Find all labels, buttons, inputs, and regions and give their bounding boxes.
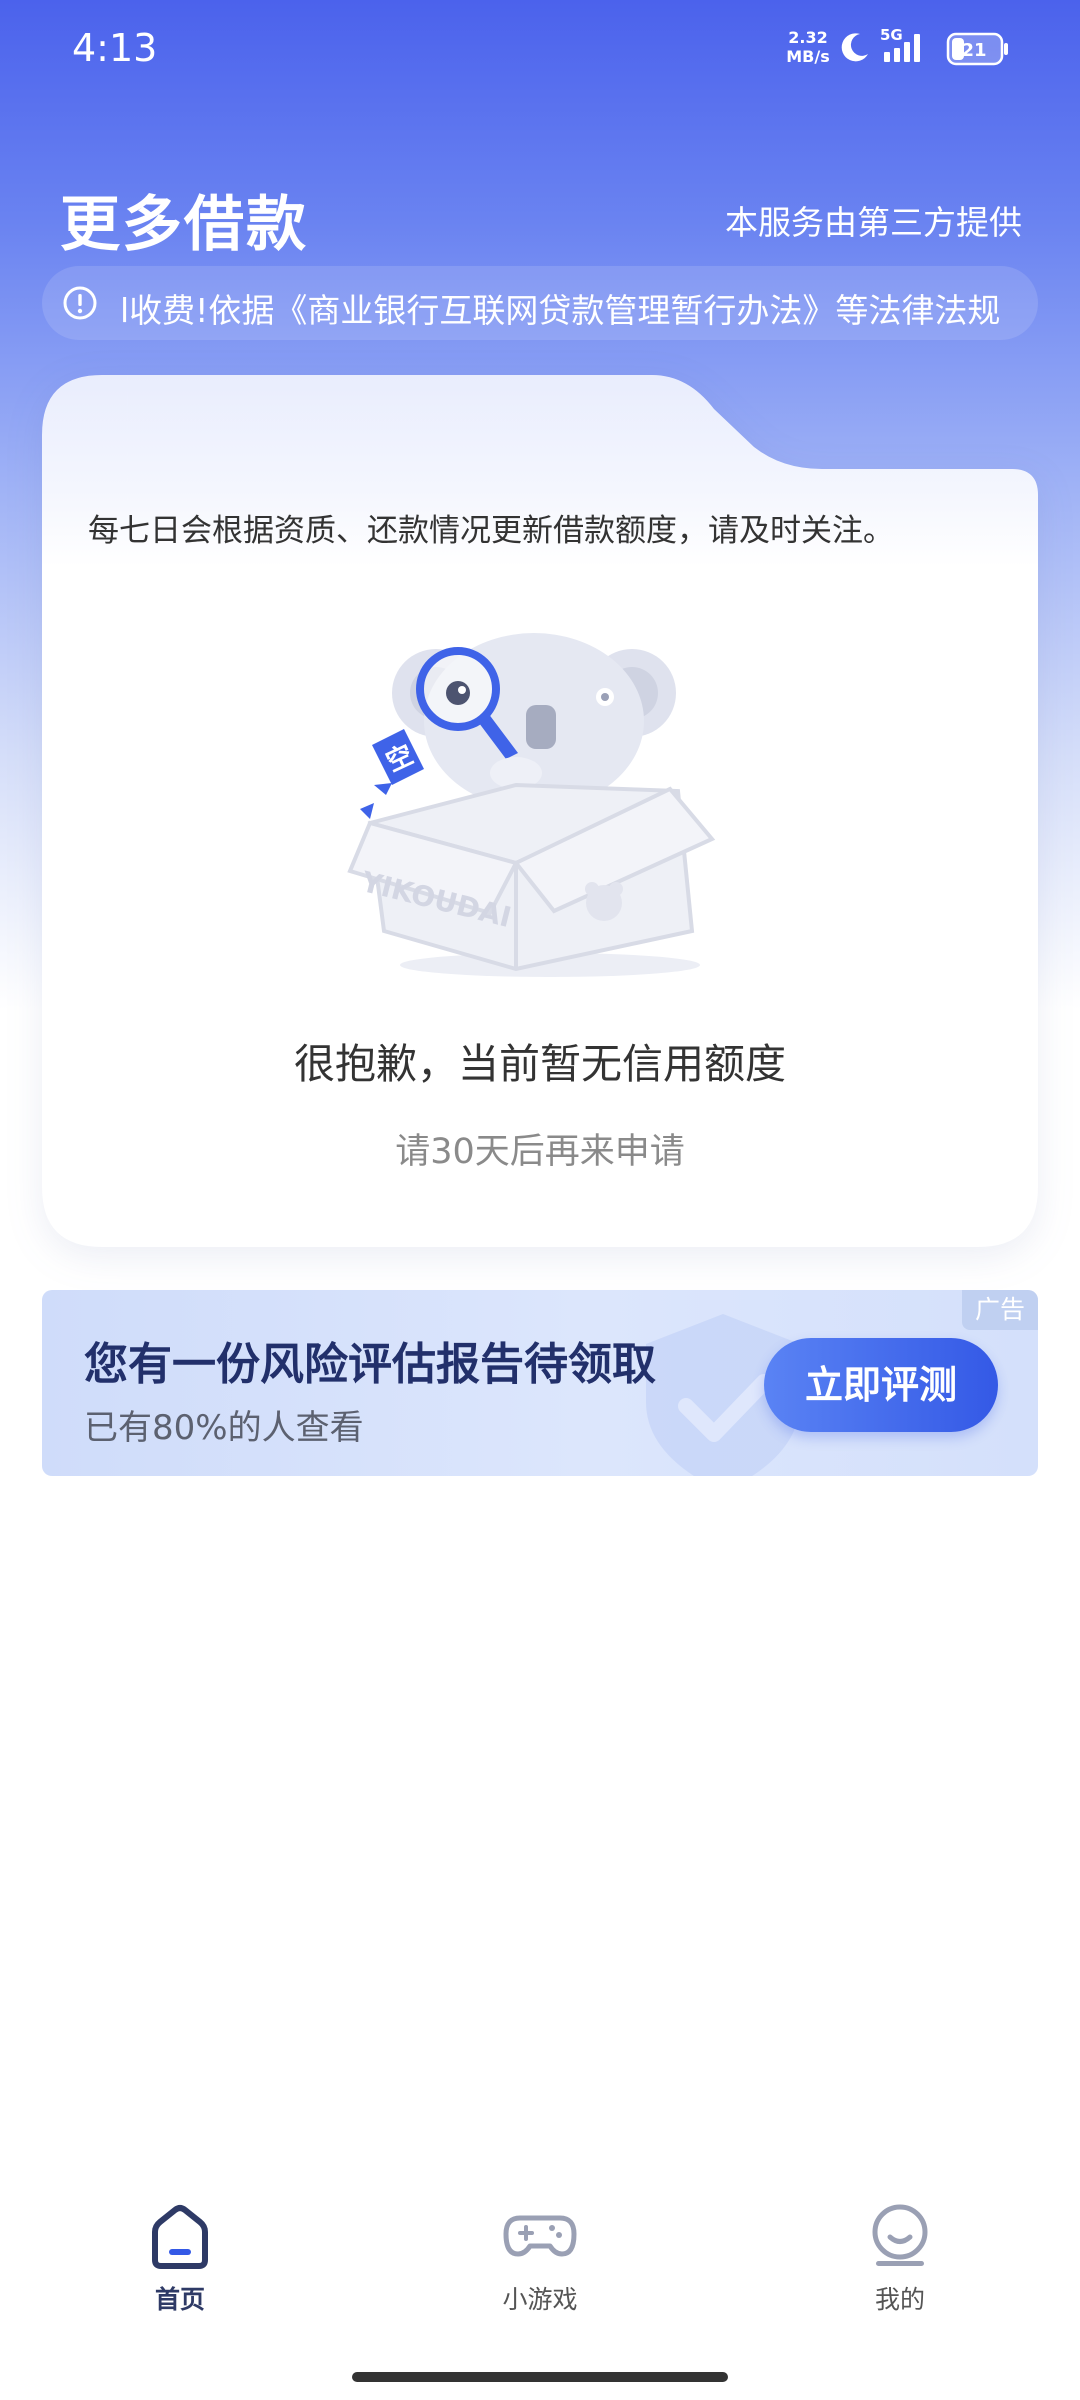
network-speed-unit: MB/s — [786, 47, 830, 66]
nav-label-home: 首页 — [154, 2285, 205, 2314]
status-time: 4:13 — [72, 26, 158, 70]
ad-title: 您有一份风险评估报告待领取 — [84, 1339, 656, 1390]
battery-level: 21 — [961, 40, 986, 61]
nav-label-games: 小游戏 — [502, 2285, 578, 2314]
network-type-label: 5G — [880, 26, 903, 44]
nav-item-home[interactable]: 首页 — [90, 2204, 270, 2316]
signal-5g-icon: 5G — [880, 26, 920, 62]
empty-state-subtitle: 请30天后再来申请 — [395, 1132, 685, 1172]
notice-text: l收费!依据《商业银行互联网贷款管理暂行办法》等法律法规 — [120, 291, 1001, 330]
nav-item-mine[interactable]: 我的 — [810, 2204, 990, 2316]
bottom-navigation: 首页 小游戏 我的 — [0, 2180, 1080, 2340]
risk-report-ad-banner[interactable]: 广告 您有一份风险评估报告待领取 已有80%的人查看 立即评测 — [42, 1290, 1038, 1476]
nav-item-games[interactable]: 小游戏 — [450, 2204, 630, 2316]
empty-state-koala-illustration: 空 YIKOUDAI — [347, 633, 716, 977]
credit-limit-card: 每七日会根据资质、还款情况更新借款额度，请及时关注。 空 YIKOUDAI 很抱… — [42, 375, 1038, 1247]
nav-label-mine: 我的 — [874, 2285, 925, 2314]
page-title: 更多借款 — [60, 190, 308, 260]
notice-marquee[interactable]: l收费!依据《商业银行互联网贷款管理暂行办法》等法律法规 — [42, 266, 1038, 340]
network-speed-value: 2.32 — [788, 28, 828, 47]
third-party-provider-note: 本服务由第三方提供 — [725, 203, 1022, 242]
do-not-disturb-moon-icon — [841, 33, 868, 62]
credit-refresh-note: 每七日会根据资质、还款情况更新借款额度，请及时关注。 — [88, 513, 894, 549]
info-alert-icon — [63, 286, 97, 320]
gamepad-icon — [503, 2215, 577, 2257]
network-speed: 2.32 MB/s — [786, 28, 830, 66]
evaluate-now-button[interactable]: 立即评测 — [764, 1338, 998, 1432]
profile-icon — [872, 2204, 928, 2266]
ad-tag: 广告 — [962, 1290, 1038, 1330]
battery-icon: 21 — [946, 32, 1008, 66]
status-bar: 4:13 2.32 MB/s 5G 21 — [0, 0, 1080, 100]
empty-state-title: 很抱歉，当前暂无信用额度 — [294, 1040, 786, 1088]
home-icon — [152, 2205, 208, 2269]
home-indicator-bar[interactable] — [352, 2372, 728, 2382]
ad-subtitle: 已有80%的人查看 — [84, 1408, 364, 1448]
